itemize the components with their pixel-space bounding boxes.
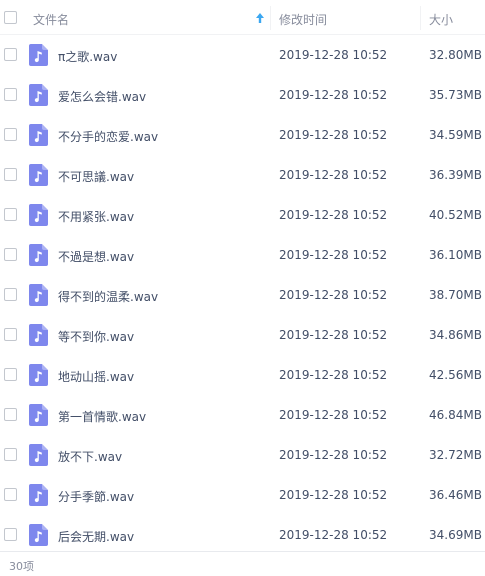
- row-checkbox[interactable]: [4, 168, 17, 181]
- row-checkbox[interactable]: [4, 128, 17, 141]
- column-divider[interactable]: [270, 6, 271, 30]
- file-name[interactable]: π之歌.wav: [58, 48, 117, 65]
- row-checkbox[interactable]: [4, 448, 17, 461]
- file-name[interactable]: 不分手的恋爱.wav: [58, 128, 158, 145]
- music-file-icon: [29, 404, 48, 426]
- file-name[interactable]: 不可思議.wav: [58, 168, 134, 185]
- music-file-icon: [29, 284, 48, 306]
- file-size: 38.70MB: [429, 288, 482, 302]
- file-name[interactable]: 得不到的温柔.wav: [58, 288, 158, 305]
- file-modified-time: 2019-12-28 10:52: [279, 288, 388, 302]
- row-checkbox[interactable]: [4, 208, 17, 221]
- file-modified-time: 2019-12-28 10:52: [279, 408, 388, 422]
- item-count: 30项: [9, 560, 34, 573]
- row-checkbox[interactable]: [4, 288, 17, 301]
- file-row[interactable]: 分手季節.wav 2019-12-28 10:52 36.46MB: [0, 475, 485, 515]
- music-file-icon: [29, 244, 48, 266]
- music-file-icon: [29, 444, 48, 466]
- file-name[interactable]: 后会无期.wav: [58, 528, 134, 545]
- file-size: 36.10MB: [429, 248, 482, 262]
- file-row[interactable]: 不分手的恋爱.wav 2019-12-28 10:52 34.59MB: [0, 115, 485, 155]
- file-size: 42.56MB: [429, 368, 482, 382]
- file-modified-time: 2019-12-28 10:52: [279, 328, 388, 342]
- file-size: 34.59MB: [429, 128, 482, 142]
- music-file-icon: [29, 484, 48, 506]
- file-modified-time: 2019-12-28 10:52: [279, 488, 388, 502]
- file-size: 34.86MB: [429, 328, 482, 342]
- row-checkbox[interactable]: [4, 368, 17, 381]
- music-file-icon: [29, 44, 48, 66]
- file-row[interactable]: 地动山摇.wav 2019-12-28 10:52 42.56MB: [0, 355, 485, 395]
- file-modified-time: 2019-12-28 10:52: [279, 448, 388, 462]
- file-list-header: 文件名 修改时间 大小: [0, 0, 485, 35]
- file-row[interactable]: 后会无期.wav 2019-12-28 10:52 34.69MB: [0, 515, 485, 555]
- file-name[interactable]: 不用紧张.wav: [58, 208, 134, 225]
- file-size: 32.80MB: [429, 48, 482, 62]
- file-modified-time: 2019-12-28 10:52: [279, 528, 388, 542]
- file-name[interactable]: 不過是想.wav: [58, 248, 134, 265]
- file-row[interactable]: 不過是想.wav 2019-12-28 10:52 36.10MB: [0, 235, 485, 275]
- file-name[interactable]: 第一首情歌.wav: [58, 408, 146, 425]
- row-checkbox[interactable]: [4, 408, 17, 421]
- music-file-icon: [29, 524, 48, 546]
- file-name[interactable]: 爱怎么会错.wav: [58, 88, 146, 105]
- file-name[interactable]: 分手季節.wav: [58, 488, 134, 505]
- file-size: 32.72MB: [429, 448, 482, 462]
- file-row[interactable]: 等不到你.wav 2019-12-28 10:52 34.86MB: [0, 315, 485, 355]
- file-row[interactable]: 不可思議.wav 2019-12-28 10:52 36.39MB: [0, 155, 485, 195]
- file-row[interactable]: 不用紧张.wav 2019-12-28 10:52 40.52MB: [0, 195, 485, 235]
- row-checkbox[interactable]: [4, 88, 17, 101]
- file-modified-time: 2019-12-28 10:52: [279, 128, 388, 142]
- file-modified-time: 2019-12-28 10:52: [279, 168, 388, 182]
- row-checkbox[interactable]: [4, 328, 17, 341]
- music-file-icon: [29, 84, 48, 106]
- file-modified-time: 2019-12-28 10:52: [279, 48, 388, 62]
- file-size: 46.84MB: [429, 408, 482, 422]
- file-row[interactable]: 第一首情歌.wav 2019-12-28 10:52 46.84MB: [0, 395, 485, 435]
- row-checkbox[interactable]: [4, 248, 17, 261]
- column-header-name[interactable]: 文件名: [33, 11, 69, 28]
- music-file-icon: [29, 364, 48, 386]
- music-file-icon: [29, 124, 48, 146]
- column-header-size[interactable]: 大小: [429, 11, 453, 28]
- column-divider[interactable]: [420, 6, 421, 30]
- file-row[interactable]: 爱怎么会错.wav 2019-12-28 10:52 35.73MB: [0, 75, 485, 115]
- column-header-modified-time[interactable]: 修改时间: [279, 11, 327, 28]
- file-modified-time: 2019-12-28 10:52: [279, 208, 388, 222]
- music-file-icon: [29, 204, 48, 226]
- row-checkbox[interactable]: [4, 528, 17, 541]
- file-row[interactable]: π之歌.wav 2019-12-28 10:52 32.80MB: [0, 35, 485, 75]
- status-bar: 30项: [0, 551, 485, 576]
- file-row[interactable]: 放不下.wav 2019-12-28 10:52 32.72MB: [0, 435, 485, 475]
- file-size: 36.39MB: [429, 168, 482, 182]
- select-all-checkbox[interactable]: [4, 11, 17, 24]
- sort-up-arrow-icon[interactable]: [255, 12, 265, 24]
- file-size: 35.73MB: [429, 88, 482, 102]
- file-modified-time: 2019-12-28 10:52: [279, 88, 388, 102]
- file-name[interactable]: 地动山摇.wav: [58, 368, 134, 385]
- file-row[interactable]: 得不到的温柔.wav 2019-12-28 10:52 38.70MB: [0, 275, 485, 315]
- file-size: 34.69MB: [429, 528, 482, 542]
- file-modified-time: 2019-12-28 10:52: [279, 368, 388, 382]
- file-size: 36.46MB: [429, 488, 482, 502]
- file-name[interactable]: 等不到你.wav: [58, 328, 134, 345]
- file-size: 40.52MB: [429, 208, 482, 222]
- row-checkbox[interactable]: [4, 48, 17, 61]
- file-name[interactable]: 放不下.wav: [58, 448, 122, 465]
- file-modified-time: 2019-12-28 10:52: [279, 248, 388, 262]
- music-file-icon: [29, 164, 48, 186]
- row-checkbox[interactable]: [4, 488, 17, 501]
- music-file-icon: [29, 324, 48, 346]
